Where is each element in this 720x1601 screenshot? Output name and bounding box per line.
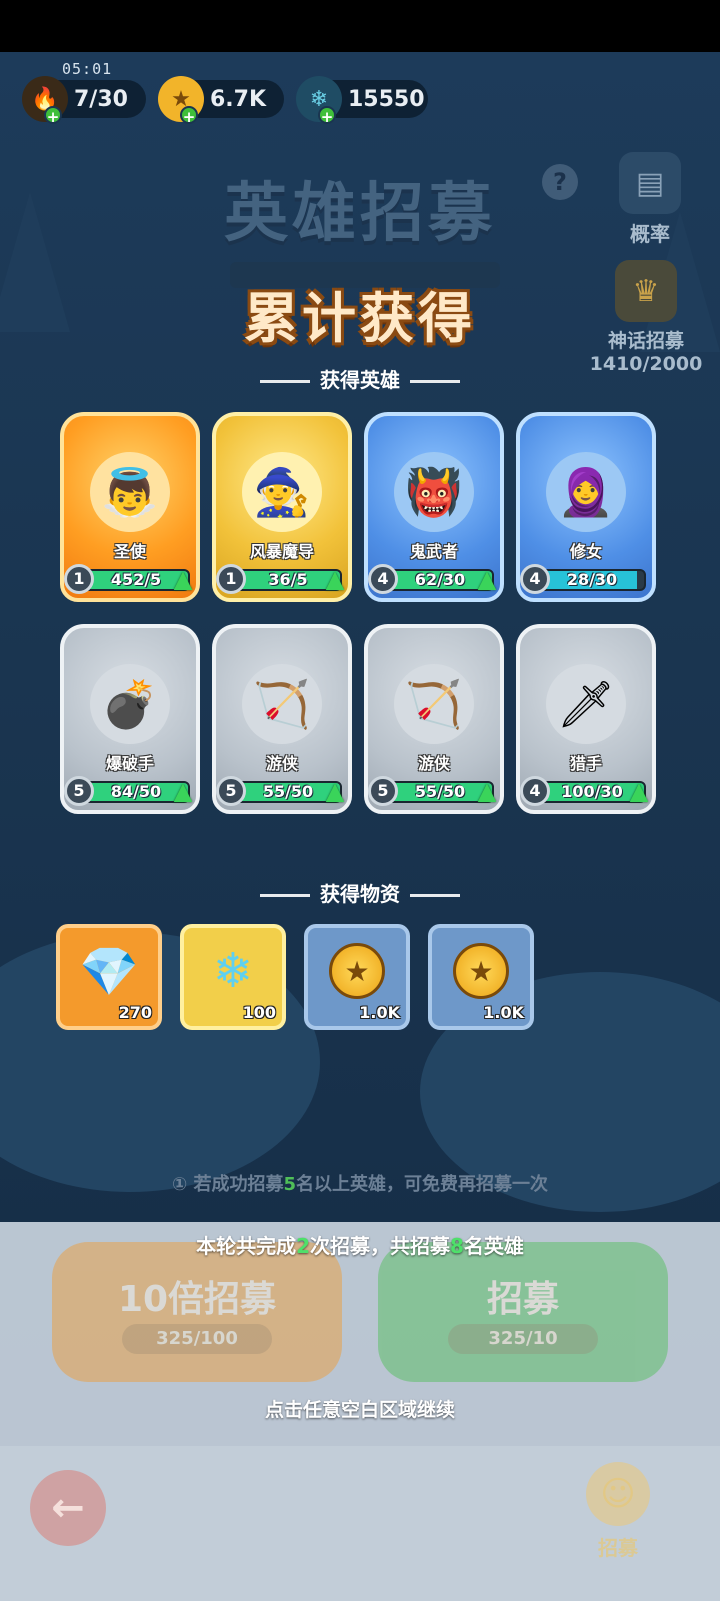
hero-name: 修女 (569, 542, 602, 561)
hero-level-badge: 4 (520, 776, 550, 806)
hero-portrait: 🏹 (242, 664, 322, 744)
document-icon: ▤ (619, 152, 681, 214)
item-quantity: 1.0K (359, 1003, 400, 1022)
snowflake-icon: ❄ (212, 943, 254, 999)
upgrade-arrow-icon: ▲ (173, 777, 193, 805)
back-arrow-icon[interactable]: ← (30, 1470, 106, 1546)
reward-item[interactable]: ★ 1.0K (428, 924, 534, 1030)
clock: 05:01 (62, 60, 113, 78)
hero-portrait: 🏹 (394, 664, 474, 744)
crystal-icon: 💎 (79, 943, 139, 1000)
upgrade-arrow-icon: ▲ (325, 565, 345, 593)
hero-card[interactable]: 🗡 猎手 4 100/30 ▲ (516, 624, 656, 820)
status-bar (0, 0, 720, 52)
coin-icon: ★ (326, 940, 388, 1002)
upgrade-arrow-icon: ▲ (325, 777, 345, 805)
items-section-header: 获得物资 (0, 878, 720, 907)
hero-portrait: 🧙 (242, 452, 322, 532)
hero-card[interactable]: 🏹 游侠 5 55/50 ▲ (212, 624, 352, 820)
crystal-counter[interactable]: ❄ + 15550 (296, 76, 428, 126)
item-quantity: 1.0K (483, 1003, 524, 1022)
hero-card[interactable]: 💣 爆破手 5 84/50 ▲ (60, 624, 200, 820)
hero-name: 圣使 (113, 542, 146, 561)
hero-portrait: 🗡 (546, 664, 626, 744)
recruit-nav-label: 招募 (598, 1536, 638, 1560)
hero-level-badge: 4 (368, 564, 398, 594)
ten-recruit-button[interactable]: 10倍招募 325/100 (52, 1242, 342, 1382)
hero-name: 猎手 (569, 754, 602, 773)
heroes-section-header: 获得英雄 (0, 364, 720, 393)
hero-card[interactable]: 👹 鬼武者 4 62/30 ▲ (364, 412, 504, 608)
hero-name: 鬼武者 (409, 542, 458, 561)
recruit-nav-button[interactable]: ☺ 招募 (568, 1462, 668, 1561)
crystal-value: 15550 (348, 86, 425, 112)
hero-card[interactable]: 👼 圣使 1 452/5 ▲ (60, 412, 200, 608)
recruit-cost: 325/10 (448, 1324, 598, 1354)
add-gold-icon[interactable]: + (180, 106, 198, 126)
items-section-title: 获得物资 (320, 882, 400, 906)
hero-card[interactable]: 🧙 风暴魔导 1 36/5 ▲ (212, 412, 352, 608)
hero-card[interactable]: 🧕 修女 4 28/30 (516, 412, 656, 608)
gold-value: 6.7K (210, 86, 267, 112)
hero-name: 风暴魔导 (249, 542, 314, 561)
hero-portrait: 🧕 (546, 452, 626, 532)
hero-name: 游侠 (265, 754, 298, 773)
tap-to-continue[interactable]: 点击任意空白区域继续 (0, 1395, 720, 1422)
recruit-nav-icon: ☺ (586, 1462, 650, 1526)
add-stamina-icon[interactable]: + (44, 106, 62, 126)
item-quantity: 270 (118, 1003, 152, 1022)
probability-button[interactable]: ▤ 概率 (610, 152, 690, 247)
stamina-value: 7/30 (74, 86, 128, 112)
upgrade-arrow-icon: ▲ (629, 777, 649, 805)
hero-level-badge: 1 (216, 564, 246, 594)
free-recruit-tip: ① 若成功招募5名以上英雄，可免费再招募一次 (171, 1174, 549, 1195)
recruit-button[interactable]: 招募 325/10 (378, 1242, 668, 1382)
cumulative-title: 累计获得 (244, 287, 476, 350)
hero-shard-bar: 28/30 (538, 569, 646, 591)
round-summary: 本轮共完成2次招募，共招募8名英雄 (196, 1234, 524, 1258)
add-crystal-icon[interactable]: + (318, 106, 336, 126)
hero-shard-count: 28/30 (566, 570, 618, 589)
help-icon[interactable]: ? (542, 164, 578, 200)
reward-item[interactable]: 💎 270 (56, 924, 162, 1030)
ten-recruit-label: 10倍招募 (117, 1279, 277, 1320)
hero-portrait: 👼 (90, 452, 170, 532)
coin-icon: ★ (450, 940, 512, 1002)
hero-portrait: 💣 (90, 664, 170, 744)
upgrade-arrow-icon: ▲ (477, 565, 497, 593)
recruit-label: 招募 (486, 1279, 559, 1320)
hero-level-badge: 5 (368, 776, 398, 806)
item-quantity: 100 (242, 1003, 276, 1022)
gold-counter[interactable]: ★ + 6.7K (158, 76, 284, 126)
upgrade-arrow-icon: ▲ (477, 777, 497, 805)
recruit-scene: 05:01 🔥 + 7/30 ★ + 6.7K ❄ + 15550 英雄招募 ?… (0, 52, 720, 1601)
ten-recruit-cost: 325/100 (122, 1324, 272, 1354)
hero-level-badge: 1 (64, 564, 94, 594)
hero-name: 游侠 (417, 754, 450, 773)
hero-name: 爆破手 (105, 754, 154, 773)
stamina-counter[interactable]: 🔥 + 7/30 (22, 76, 146, 126)
hero-card[interactable]: 🏹 游侠 5 55/50 ▲ (364, 624, 504, 820)
reward-item[interactable]: ★ 1.0K (304, 924, 410, 1030)
reward-item[interactable]: ❄ 100 (180, 924, 286, 1030)
upgrade-arrow-icon: ▲ (173, 565, 193, 593)
heroes-section-title: 获得英雄 (320, 368, 400, 392)
hero-portrait: 👹 (394, 452, 474, 532)
hero-level-badge: 4 (520, 564, 550, 594)
hero-level-badge: 5 (64, 776, 94, 806)
hero-level-badge: 5 (216, 776, 246, 806)
probability-label: 概率 (630, 222, 670, 246)
